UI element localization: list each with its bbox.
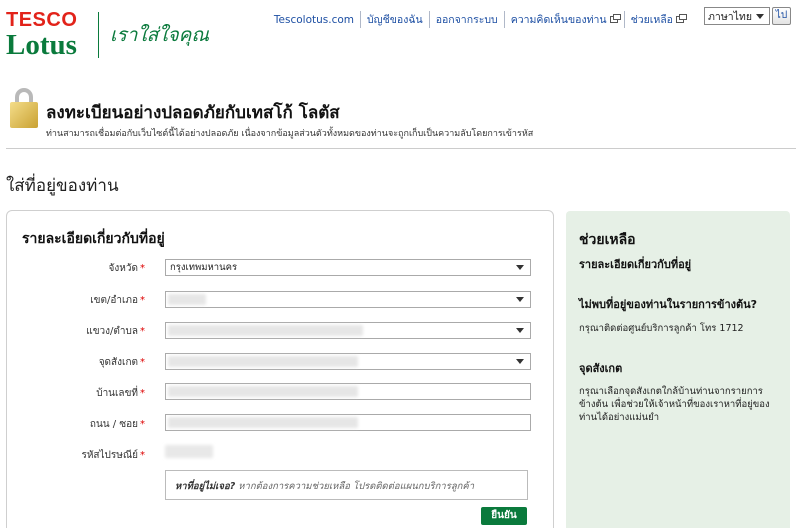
- secure-registration-subtitle: ท่านสามารถเชื่อมต่อกับเว็บไซต์นี้ได้อย่า…: [46, 129, 534, 139]
- chevron-down-icon: [516, 328, 524, 333]
- nav-link-label: ความคิดเห็นของท่าน: [510, 14, 607, 26]
- province-label: จังหวัด *: [108, 263, 145, 274]
- chevron-down-icon: [516, 359, 524, 364]
- nav-link-label: Tescolotus.com: [273, 13, 354, 26]
- tesco-lotus-logo[interactable]: TESCO Lotus: [6, 10, 96, 62]
- chevron-down-icon: [516, 297, 524, 302]
- padlock-icon: [10, 88, 38, 128]
- external-window-icon: [609, 14, 621, 23]
- subdistrict-label: แขวง/ตำบล *: [86, 326, 145, 337]
- help-panel-landmark-text: กรุณาเลือกจุดสังเกตใกล้บ้านท่านจากรายการ…: [579, 386, 770, 423]
- logo-lotus-text: Lotus: [6, 29, 77, 61]
- address-help-box: หาที่อยู่ไม่เจอ? หากต้องการความช่วยเหลือ…: [165, 470, 528, 500]
- landmark-label: จุดสังเกต *: [98, 357, 145, 368]
- confirm-button[interactable]: ยืนยัน: [481, 507, 527, 525]
- top-navigation: Tescolotus.com บัญชีของฉัน ออกจากระบบ คว…: [268, 11, 690, 28]
- road-input[interactable]: [165, 414, 531, 431]
- redacted-value: [168, 417, 358, 428]
- header-divider: [6, 148, 796, 149]
- language-selected: ภาษาไทย: [708, 10, 752, 23]
- road-label: ถนน / ซอย *: [89, 419, 145, 430]
- help-lead: หาที่อยู่ไม่เจอ?: [175, 481, 236, 492]
- nav-link-feedback[interactable]: ความคิดเห็นของท่าน: [503, 11, 624, 28]
- help-panel: ช่วยเหลือ รายละเอียดเกี่ยวกับที่อยู่ ไม่…: [566, 211, 790, 528]
- chevron-down-icon: [516, 265, 524, 270]
- chevron-down-icon: [756, 13, 764, 19]
- house-number-input[interactable]: [165, 383, 531, 400]
- district-select[interactable]: [165, 291, 531, 308]
- nav-link-label: ออกจากระบบ: [435, 14, 498, 26]
- page-title: ใส่ที่อยู่ของท่าน: [6, 176, 119, 196]
- help-panel-question: ไม่พบที่อยู่ของท่านในรายการข้างต้น?: [579, 298, 758, 311]
- province-value: กรุงเทพมหานคร: [170, 262, 238, 273]
- district-label: เขต/อำเภอ *: [90, 295, 145, 306]
- language-select[interactable]: ภาษาไทย: [704, 7, 770, 25]
- external-window-icon: [676, 14, 687, 23]
- subdistrict-select[interactable]: [165, 322, 531, 339]
- language-go-button[interactable]: ไป: [772, 7, 791, 25]
- nav-link-label: บัญชีของฉัน: [367, 14, 423, 26]
- house-number-label: บ้านเลขที่ *: [96, 388, 145, 399]
- secure-registration-title: ลงทะเบียนอย่างปลอดภัยกับเทสโก้ โลตัส: [46, 103, 340, 123]
- nav-link-tescolotus[interactable]: Tescolotus.com: [268, 11, 360, 28]
- zip-label: รหัสไปรษณีย์ *: [81, 450, 145, 461]
- landmark-select[interactable]: [165, 353, 531, 370]
- help-panel-subtitle: รายละเอียดเกี่ยวกับที่อยู่: [579, 258, 692, 271]
- help-text: หากต้องการความช่วยเหลือ โปรดติดต่อแผนกบร…: [238, 481, 475, 492]
- brand-tagline: เราใส่ใจคุณ: [110, 24, 209, 46]
- province-select[interactable]: กรุงเทพมหานคร: [165, 259, 531, 276]
- help-panel-answer: กรุณาติดต่อศูนย์บริการลูกค้า โทร 1712: [579, 323, 744, 334]
- redacted-value: [168, 325, 363, 336]
- nav-link-my-account[interactable]: บัญชีของฉัน: [360, 11, 429, 28]
- redacted-value: [168, 356, 358, 367]
- help-panel-landmark-title: จุดสังเกต: [579, 362, 623, 375]
- nav-link-label: ช่วยเหลือ: [630, 14, 673, 26]
- logo-divider: [98, 12, 99, 58]
- zip-value-redacted: [165, 445, 213, 458]
- redacted-value: [168, 294, 206, 305]
- nav-link-logout[interactable]: ออกจากระบบ: [428, 11, 504, 28]
- form-heading: รายละเอียดเกี่ยวกับที่อยู่: [22, 231, 165, 247]
- nav-link-help[interactable]: ช่วยเหลือ: [623, 11, 690, 28]
- help-panel-title: ช่วยเหลือ: [579, 232, 636, 248]
- logo-tesco-text: TESCO: [6, 9, 78, 31]
- redacted-value: [168, 386, 358, 397]
